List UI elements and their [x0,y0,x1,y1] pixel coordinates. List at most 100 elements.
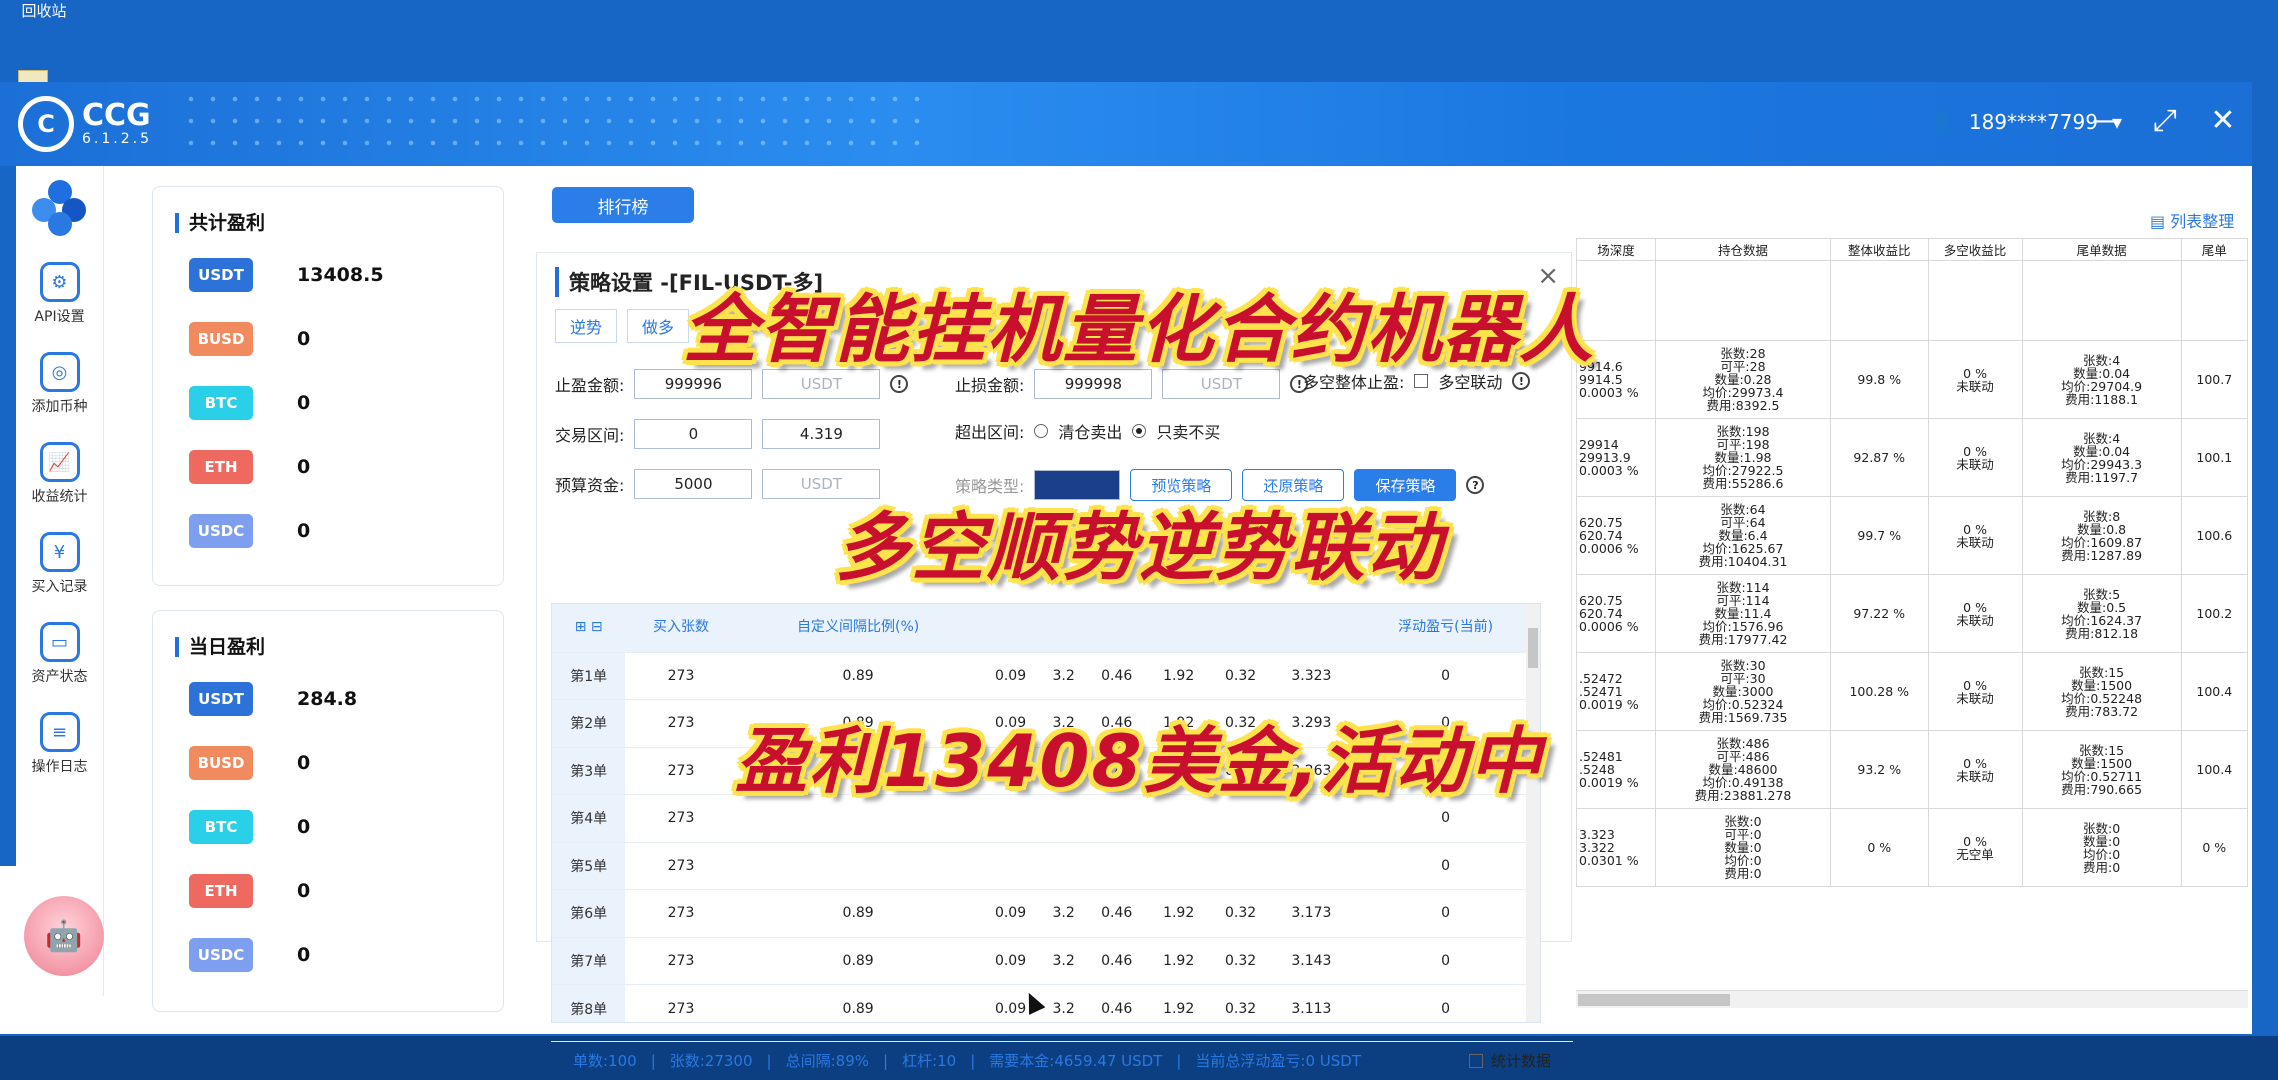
cell-tail2: 100.4 [2180,730,2248,809]
table-row[interactable]: 第8单 273 0.89 0.09 3.2 0.46 1.92 0.32 3.113 0 [552,984,1540,1022]
cell-ratio: 93.2 % [1829,730,1929,809]
coin-row: BTC 0 [153,371,503,435]
coin-badge: USDC [189,514,253,548]
user-phone: 189****7799 [1968,110,2098,134]
cell-tail: 张数:5 数量:0.5 均价:1624.37 费用:812.18 [2021,574,2182,653]
table-row[interactable] [1576,260,2248,341]
table-row[interactable]: 第4单 273 0 [552,794,1540,842]
table-row[interactable]: 9914.6 9914.5 0.0003 % 张数:28 可平:28 数量:0.2… [1576,340,2248,419]
table-row[interactable]: 第7单 273 0.89 0.09 3.2 0.46 1.92 0.32 3.143 0 [552,936,1540,985]
stop-loss-input[interactable]: 999998 [1034,369,1153,399]
maximize-icon[interactable]: ⤢ [2150,106,2180,136]
grid-cell [1085,794,1148,842]
table-row[interactable]: 29914 29913.9 0.0003 % 张数:198 可平:198 数量:1… [1576,418,2248,497]
coin-badge: BUSD [189,746,253,780]
cell-ls: 0 % 未联动 [1927,340,2023,419]
grid-cell [1041,794,1086,842]
help-icon[interactable]: ? [1466,476,1485,494]
grid-cell: 0 [1351,984,1540,1022]
table-row[interactable]: 第2单 273 0.89 0.09 3.2 0.46 1.92 0.32 3.293 0 [552,699,1540,747]
grid-cell: 273 [625,794,737,842]
close-icon[interactable]: × [1537,261,1559,291]
coin-row: USDC 0 [153,499,503,563]
grid-cell: 0.32 [1209,651,1272,700]
table-row[interactable]: .52481 .5248 0.0019 % 张数:486 可平:486 数量:48… [1576,730,2248,809]
minimize-icon[interactable]: — [2092,106,2122,136]
linked-checkbox[interactable] [1414,374,1429,388]
table-row[interactable]: 第3单 273 0.89 0.09 3.2 0.46 1.92 0.32 3.263 0 [552,746,1540,795]
coin-row: ETH 0 [153,435,503,499]
sidebar-item-2[interactable]: 📈 收益统计 [16,442,103,506]
cell-tail2: 100.6 [2180,496,2248,575]
grid-cell: 3.113 [1271,984,1352,1022]
coin-value: 13408.5 [297,264,384,286]
table-row[interactable]: 620.75 620.74 0.0006 % 张数:64 可平:64 数量:6.4… [1576,496,2248,575]
exceed-label: 超出区间: [955,423,1025,442]
grid-cell: 0.32 [1209,984,1272,1022]
tab-counter-trend[interactable]: 逆势 [555,309,618,343]
strategy-title: 策略设置 -[FIL-USDT-多] [555,267,823,297]
restore-strategy-button[interactable]: 还原策略 [1242,469,1345,501]
app-version: 6.1.2.5 [82,131,152,147]
footer-stat: 单数:100 [573,1052,637,1070]
grid-cell: 0 [1351,936,1540,985]
desktop-recycle-bin[interactable]: 回收站 [14,0,74,21]
table-row[interactable]: .52472 .52471 0.0019 % 张数:30 可平:30 数量:300… [1576,652,2248,731]
sidebar-item-0[interactable]: ⚙ API设置 [16,262,103,326]
grid-cell: 3.323 [1271,651,1352,700]
exceed-option-clear-radio[interactable] [1034,424,1049,438]
sidebar-item-4[interactable]: ▭ 资产状态 [16,622,103,686]
vertical-scrollbar[interactable] [1526,604,1540,1022]
grid-header: ⊞ ⊟ 买入张数 自定义间隔比例(%) 浮动盈亏(当前) [552,604,1540,652]
range-low-input[interactable]: 0 [634,419,753,449]
table-row[interactable]: 620.75 620.74 0.0006 % 张数:114 可平:114 数量:1… [1576,574,2248,653]
close-icon[interactable]: ✕ [2208,106,2238,136]
grid-cell: 0 [1351,794,1540,842]
app-logo: C CCG 6.1.2.5 [18,96,152,152]
cell-tail: 张数:8 数量:0.8 均价:1609.87 费用:1287.89 [2021,496,2182,575]
preview-strategy-button[interactable]: 预览策略 [1130,469,1233,501]
app-name: CCG [82,98,151,133]
coin-value: 0 [297,520,311,542]
coin-value: 0 [297,752,311,774]
take-profit-input[interactable]: 999996 [634,369,753,399]
horizontal-scrollbar[interactable] [1576,990,2248,1008]
cell-ratio: 0 % [1829,808,1929,887]
grid-cell: 0.32 [1209,699,1272,747]
grid-header-cell [1041,604,1086,652]
stats-checkbox[interactable] [1468,1053,1483,1068]
coin-value: 284.8 [297,688,358,710]
cell-tail2: 100.2 [2180,574,2248,653]
range-high-input[interactable]: 4.319 [762,419,881,449]
stats-toggle[interactable]: 统计数据 [1468,1050,1551,1071]
grid-cell: 0.46 [1085,651,1148,700]
sidebar-item-5[interactable]: ≡ 操作日志 [16,712,103,776]
column-header: 尾单数据 [2021,238,2182,261]
tab-long[interactable]: 做多 [627,309,690,343]
add-remove-icon[interactable]: ⊞ ⊟ [552,604,626,652]
grid-cell [1041,841,1086,890]
gear-icon: ⚙ [39,262,80,302]
table-row[interactable]: 3.323 3.322 0.0301 % 张数:0 可平:0 数量:0 均价:0 … [1576,808,2248,887]
grid-cell: 0.89 [736,746,980,795]
table-row[interactable]: 第6单 273 0.89 0.09 3.2 0.46 1.92 0.32 3.173 0 [552,889,1540,937]
info-icon[interactable]: ! [890,375,909,393]
ranking-button[interactable]: 排行榜 [552,187,694,223]
sidebar-item-3[interactable]: ¥ 买入记录 [16,532,103,596]
table-row[interactable]: 第1单 273 0.89 0.09 3.2 0.46 1.92 0.32 3.323 0 [552,651,1540,700]
list-organize-link[interactable]: ▤ 列表整理 [2150,208,2234,232]
exceed-option-sell-only-radio[interactable] [1132,424,1147,438]
grid-cell: 273 [625,889,737,937]
budget-input[interactable]: 5000 [634,469,753,499]
table-row[interactable]: 第5单 273 0 [552,841,1540,890]
save-strategy-button[interactable]: 保存策略 [1354,469,1457,501]
strategy-type-select[interactable] [1034,470,1121,500]
cell-pos: 张数:30 可平:30 数量:3000 均价:0.52324 费用:1569.7… [1655,652,1831,731]
robot-mascot-icon[interactable]: 🤖 [24,896,104,976]
linked-label: 多空整体止盈: [1303,373,1405,392]
sidebar-item-1[interactable]: ◎ 添加币种 [16,352,103,416]
sidebar-item-label: 添加币种 [31,399,88,415]
strategy-tabs: 逆势 做多 [555,309,690,343]
info-icon[interactable]: ! [1512,372,1531,390]
network-pattern [180,88,920,160]
